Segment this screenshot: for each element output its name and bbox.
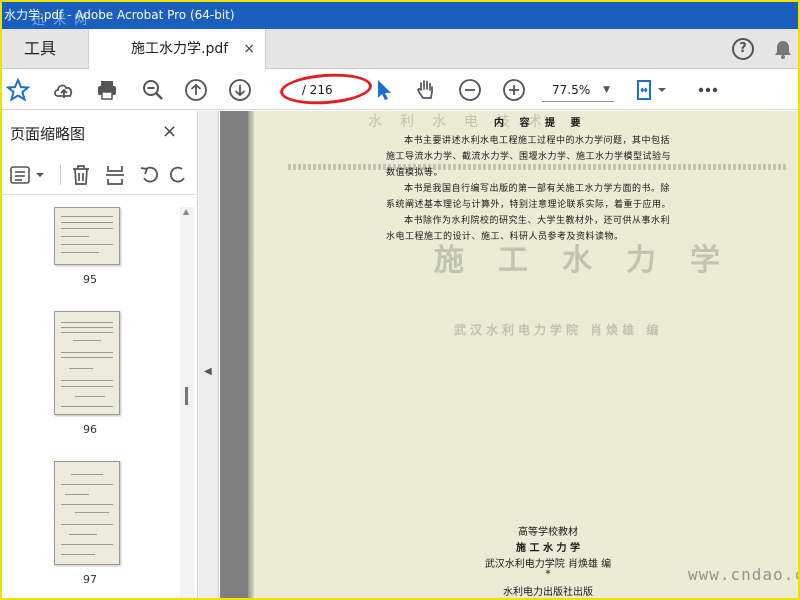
abstract-heading: 内 容 提 要 xyxy=(494,118,587,129)
print-icon[interactable] xyxy=(95,78,119,102)
app-window: 水力学.pdf - Adobe Acrobat Pro (64-bit) 迅 米… xyxy=(2,2,798,598)
thumbnail-page[interactable] xyxy=(54,311,120,415)
scroll-thumb[interactable] xyxy=(185,387,188,405)
page-down-icon[interactable] xyxy=(228,78,252,102)
thumbnail-label: 95 xyxy=(83,273,97,286)
footer-title: 施 工 水 力 学 xyxy=(516,543,580,554)
close-tab-button[interactable]: × xyxy=(243,29,255,69)
thumbnail-page[interactable] xyxy=(54,207,120,265)
abstract-line: 数值模拟等。 xyxy=(386,168,444,178)
watermark-top-left: 迅 米 网 xyxy=(32,13,90,28)
abstract-line: 本书除作为水利院校的研究生、大学生教材外，还可供从事水利 xyxy=(404,216,671,226)
footer-star: * xyxy=(545,569,551,580)
hand-icon[interactable] xyxy=(414,78,438,102)
fit-page-icon[interactable] xyxy=(634,78,670,102)
page-edge xyxy=(248,111,254,598)
star-icon[interactable] xyxy=(6,78,30,102)
thumbnail-label: 97 xyxy=(83,573,97,586)
trash-icon[interactable] xyxy=(70,164,92,186)
options-icon[interactable] xyxy=(10,165,46,185)
page-up-icon[interactable] xyxy=(184,78,208,102)
annotation-ellipse xyxy=(279,70,373,108)
scroll-up-icon[interactable]: ▲ xyxy=(183,207,189,216)
cloud-upload-icon[interactable] xyxy=(52,78,76,102)
extract-icon[interactable] xyxy=(104,164,126,186)
panel-toolbar xyxy=(2,155,198,195)
footer-series: 高等学校教材 xyxy=(518,527,578,538)
document-view[interactable]: 水利水电技术 内 容 提 要 本书主要讲述水利水电工程施工过程中的水力学问题，其… xyxy=(220,111,798,598)
zoom-select[interactable]: 77.5% ▼ xyxy=(542,78,614,102)
abstract-line: 本书主要讲述水利水电工程施工过程中的水力学问题，其中包括 xyxy=(404,136,671,146)
redo-icon[interactable] xyxy=(168,164,190,186)
tab-tools[interactable]: 工具 xyxy=(2,29,86,69)
chevron-down-icon: ▼ xyxy=(603,85,610,95)
zoom-minus-icon[interactable] xyxy=(458,78,482,102)
tab-document[interactable]: 施工水力学.pdf × xyxy=(88,29,266,70)
panel-title: 页面缩略图 xyxy=(10,125,86,143)
bell-icon[interactable] xyxy=(772,38,794,60)
thumbnail-panel: 页面缩略图 × 95 96 97 ▲ xyxy=(2,111,198,598)
zoom-out-icon[interactable] xyxy=(141,78,165,102)
more-icon[interactable] xyxy=(696,78,720,102)
tab-row: 工具 施工水力学.pdf × ? xyxy=(2,29,798,70)
ghost-book-title: 施工水力学 xyxy=(434,243,754,278)
panel-collapse-strip[interactable]: ◀ xyxy=(199,111,219,598)
abstract-line: 本书是我国自行编写出版的第一部有关施工水力学方面的书。除 xyxy=(404,184,671,194)
help-icon[interactable]: ? xyxy=(732,38,754,60)
close-panel-button[interactable]: × xyxy=(162,121,177,142)
thumbnail-list: 95 96 97 xyxy=(2,207,178,598)
footer-publisher: 水利电力出版社出版 xyxy=(503,587,593,598)
pointer-icon[interactable] xyxy=(372,78,396,102)
divider xyxy=(60,165,61,185)
window-title: 水力学.pdf - Adobe Acrobat Pro (64-bit) xyxy=(2,2,798,29)
undo-icon[interactable] xyxy=(138,164,160,186)
tab-document-label: 施工水力学.pdf xyxy=(131,41,229,57)
zoom-plus-icon[interactable] xyxy=(502,78,526,102)
thumbnail-page[interactable] xyxy=(54,461,120,565)
main-toolbar: / 216 77.5% ▼ xyxy=(2,70,798,110)
abstract-line: 系统阐述基本理论与计算外，特别注意理论联系实际，着重于应用。 xyxy=(386,200,672,210)
footer-author: 武汉水利电力学院 肖焕雄 编 xyxy=(484,559,612,570)
thumbnail-label: 96 xyxy=(83,423,97,436)
ghost-author: 武汉水利电力学院 肖焕雄 编 xyxy=(454,323,663,337)
collapse-arrow-icon[interactable]: ◀ xyxy=(204,366,212,377)
thumbnail-scrollbar[interactable]: ▲ xyxy=(180,207,194,598)
watermark-bottom-right: www.cndao.com xyxy=(688,565,798,584)
abstract-line: 施工导流水力学、截流水力学、围堰水力学、施工水力学模型试验与 xyxy=(386,152,672,162)
pdf-page: 水利水电技术 内 容 提 要 本书主要讲述水利水电工程施工过程中的水力学问题，其… xyxy=(248,111,798,598)
zoom-value: 77.5% xyxy=(552,83,591,97)
